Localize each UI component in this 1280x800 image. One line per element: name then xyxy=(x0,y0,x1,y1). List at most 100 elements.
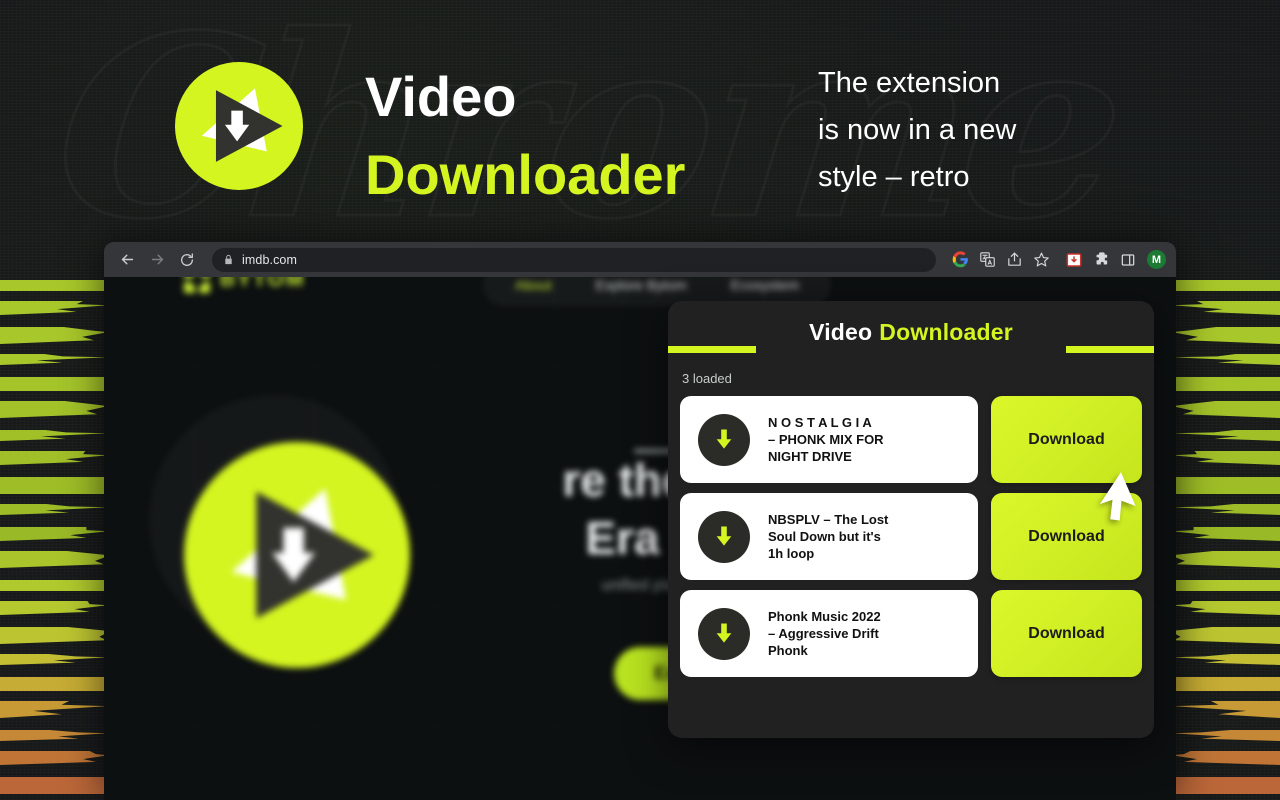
nav-item-ecosystem[interactable]: Ecosystem xyxy=(731,277,799,293)
video-item-card[interactable]: Phonk Music 2022 – Aggressive Drift Phon… xyxy=(680,590,978,677)
retro-stripe xyxy=(1172,430,1280,441)
retro-stripe xyxy=(0,777,108,794)
reload-icon[interactable] xyxy=(174,247,200,273)
avatar[interactable]: M xyxy=(1147,250,1166,269)
forward-arrow-icon[interactable] xyxy=(144,247,170,273)
video-item-card[interactable]: NBSPLV – The Lost Soul Down but it's 1h … xyxy=(680,493,978,580)
address-bar-url: imdb.com xyxy=(242,252,297,267)
download-button[interactable]: Download xyxy=(991,590,1142,677)
hero-banner: Video Downloader The extension is now in… xyxy=(0,0,1280,242)
retro-stripe xyxy=(1172,580,1280,591)
retro-stripe xyxy=(1172,477,1280,494)
download-button[interactable]: Download xyxy=(991,396,1142,483)
popup-title-green: Downloader xyxy=(879,318,1013,345)
website-brand-name: BYTOM xyxy=(220,277,306,291)
header-dash-left xyxy=(668,346,756,353)
retro-stripe xyxy=(0,551,108,568)
retro-stripe xyxy=(0,677,108,691)
video-item-title-line1: N O S T A L G I A xyxy=(768,414,872,430)
popup-header: Video Downloader xyxy=(668,301,1154,363)
puzzle-extensions-icon[interactable] xyxy=(1089,248,1113,272)
retro-stripe xyxy=(1172,504,1280,515)
video-item-title-line2: – Aggressive Drift xyxy=(768,625,879,641)
popup-title: Video Downloader xyxy=(809,319,1013,346)
video-item-title-line3: 1h loop xyxy=(768,546,815,562)
google-lens-icon[interactable] xyxy=(948,248,972,272)
header-dash-right xyxy=(1066,346,1154,353)
side-panel-icon[interactable] xyxy=(1116,248,1140,272)
video-item-title-line3: NIGHT DRIVE xyxy=(768,449,852,465)
retro-stripe xyxy=(0,654,108,665)
hero-title-line2: Downloader xyxy=(365,143,686,207)
address-bar[interactable]: imdb.com xyxy=(212,247,936,272)
retro-stripe xyxy=(1172,451,1280,465)
retro-stripe xyxy=(1172,377,1280,391)
retro-stripe xyxy=(0,601,108,615)
retro-stripe xyxy=(0,580,108,591)
retro-stripe xyxy=(0,527,108,541)
retro-stripe xyxy=(0,751,108,765)
download-button[interactable]: Download xyxy=(991,493,1142,580)
retro-stripe xyxy=(1172,551,1280,568)
retro-stripe xyxy=(1172,527,1280,541)
retro-stripe xyxy=(0,451,108,465)
retro-stripe xyxy=(0,701,108,718)
translate-icon[interactable] xyxy=(975,248,999,272)
retro-stripe xyxy=(0,430,108,441)
list-item: N O S T A L G I A – PHONK MIX FOR NIGHT … xyxy=(680,396,1142,483)
lock-icon xyxy=(223,254,234,265)
retro-stripe xyxy=(1172,280,1280,291)
bookmark-star-icon[interactable] xyxy=(1029,248,1053,272)
nav-item-explore-bytom[interactable]: Explore Bytom xyxy=(596,277,687,293)
retro-stripe xyxy=(1172,627,1280,644)
browser-toolbar: imdb.com M xyxy=(104,242,1176,277)
retro-stripe xyxy=(1172,777,1280,794)
website-logo[interactable]: BYTOM xyxy=(184,277,305,293)
retro-stripe xyxy=(1172,401,1280,418)
retro-stripe xyxy=(0,730,108,741)
retro-stripe xyxy=(1172,301,1280,315)
retro-stripe xyxy=(0,354,108,365)
video-item-title: N O S T A L G I A – PHONK MIX FOR NIGHT … xyxy=(768,414,884,465)
hero-title-line1: Video xyxy=(365,65,517,128)
video-item-title-line1: Phonk Music 2022 xyxy=(768,608,881,624)
popup-title-white: Video xyxy=(809,318,873,345)
toolbar-icon-group: M xyxy=(946,248,1166,272)
video-item-title: NBSPLV – The Lost Soul Down but it's 1h … xyxy=(768,511,888,562)
retro-stripe xyxy=(0,280,108,291)
retro-stripes-left xyxy=(0,276,108,800)
bytom-mark-icon xyxy=(184,277,210,293)
retro-stripe xyxy=(0,327,108,344)
retro-stripes-right xyxy=(1172,276,1280,800)
share-icon[interactable] xyxy=(1002,248,1026,272)
video-downloader-play-download-logo xyxy=(175,62,303,190)
retro-stripe xyxy=(0,301,108,315)
video-item-title-line2: Soul Down but it's xyxy=(768,528,881,544)
hero-tagline: The extension is now in a new style – re… xyxy=(818,67,1017,193)
video-item-title-line3: Phonk xyxy=(768,643,808,659)
retro-stripe xyxy=(1172,730,1280,741)
retro-stripe xyxy=(1172,327,1280,344)
retro-stripe xyxy=(0,401,108,418)
extension-popup: Video Downloader 3 loaded N O S T A L G I… xyxy=(668,301,1154,738)
list-item: NBSPLV – The Lost Soul Down but it's 1h … xyxy=(680,493,1142,580)
retro-stripe xyxy=(1172,601,1280,615)
retro-stripe xyxy=(0,627,108,644)
list-item: Phonk Music 2022 – Aggressive Drift Phon… xyxy=(680,590,1142,677)
loaded-status: 3 loaded xyxy=(682,371,732,386)
download-arrow-circle-icon xyxy=(698,607,750,660)
download-arrow-circle-icon xyxy=(698,413,750,466)
retro-stripe xyxy=(1172,701,1280,718)
retro-stripe xyxy=(1172,654,1280,665)
extension-video-downloader-icon[interactable] xyxy=(1062,248,1086,272)
back-arrow-icon[interactable] xyxy=(114,247,140,273)
retro-stripe xyxy=(1172,354,1280,365)
video-item-card[interactable]: N O S T A L G I A – PHONK MIX FOR NIGHT … xyxy=(680,396,978,483)
nav-item-about[interactable]: About xyxy=(515,277,552,293)
video-item-title: Phonk Music 2022 – Aggressive Drift Phon… xyxy=(768,608,881,659)
retro-stripe xyxy=(1172,677,1280,691)
video-item-title-line1: NBSPLV – The Lost xyxy=(768,511,889,527)
video-item-title-line2: – PHONK MIX FOR xyxy=(768,431,884,447)
retro-stripe xyxy=(1172,751,1280,765)
video-list: N O S T A L G I A – PHONK MIX FOR NIGHT … xyxy=(668,386,1154,677)
